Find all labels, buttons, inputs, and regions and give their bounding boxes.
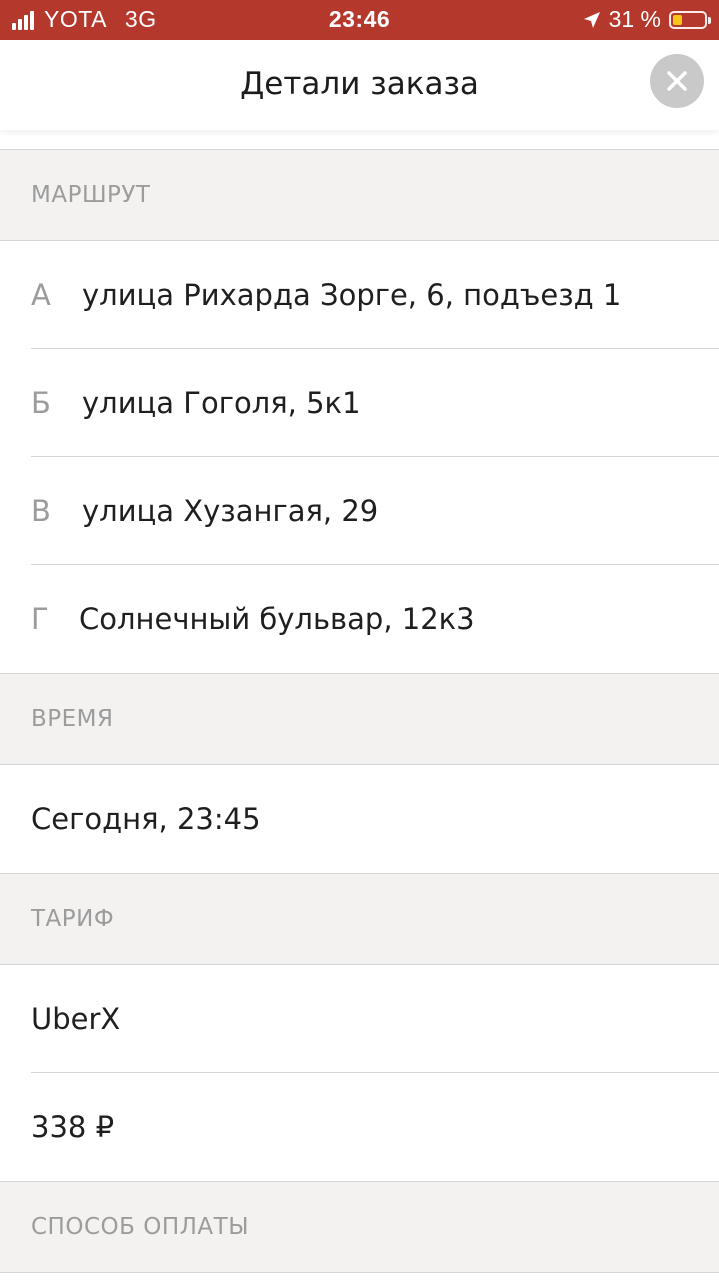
battery-icon xyxy=(669,10,711,29)
route-stop-b[interactable]: Б улица Гоголя, 5к1 xyxy=(0,349,719,457)
tariff-name-row: UberX xyxy=(0,965,719,1073)
route-stop-letter: Г xyxy=(31,602,49,636)
status-right: 31 % xyxy=(583,6,711,33)
route-stop-address: улица Рихарда Зорге, 6, подъезд 1 xyxy=(82,278,622,312)
route-section-header: МАРШРУТ xyxy=(0,149,719,241)
battery-fill xyxy=(673,14,682,25)
order-time-value: Сегодня, 23:45 xyxy=(31,802,261,836)
route-stop-a[interactable]: А улица Рихарда Зорге, 6, подъезд 1 xyxy=(0,241,719,349)
route-stop-g[interactable]: Г Солнечный бульвар, 12к3 xyxy=(0,565,719,673)
route-stop-v[interactable]: В улица Хузангая, 29 xyxy=(0,457,719,565)
close-icon xyxy=(667,71,687,91)
route-stop-letter: Б xyxy=(31,386,51,420)
tariff-name: UberX xyxy=(31,1002,121,1036)
order-details-header: Детали заказа xyxy=(0,40,719,130)
tariff-section-header: ТАРИФ xyxy=(0,873,719,965)
status-bar: YOTA 3G 23:46 31 % xyxy=(0,0,719,40)
route-stop-letter: А xyxy=(31,278,51,312)
order-details-content: МАРШРУТ А улица Рихарда Зорге, 6, подъез… xyxy=(0,149,719,1273)
time-section-header: ВРЕМЯ xyxy=(0,673,719,765)
route-stop-address: Солнечный бульвар, 12к3 xyxy=(79,602,475,636)
route-stop-address: улица Гоголя, 5к1 xyxy=(82,386,361,420)
location-arrow-icon xyxy=(583,11,601,29)
payment-section-header: СПОСОБ ОПЛАТЫ xyxy=(0,1181,719,1273)
order-time-row: Сегодня, 23:45 xyxy=(0,765,719,873)
page-title: Детали заказа xyxy=(240,66,479,102)
tariff-price-row: 338 ₽ xyxy=(0,1073,719,1181)
tariff-price: 338 ₽ xyxy=(31,1110,115,1144)
battery-percent: 31 % xyxy=(608,6,661,32)
route-stop-address: улица Хузангая, 29 xyxy=(82,494,379,528)
close-button[interactable] xyxy=(650,54,704,108)
route-stop-letter: В xyxy=(31,494,51,528)
